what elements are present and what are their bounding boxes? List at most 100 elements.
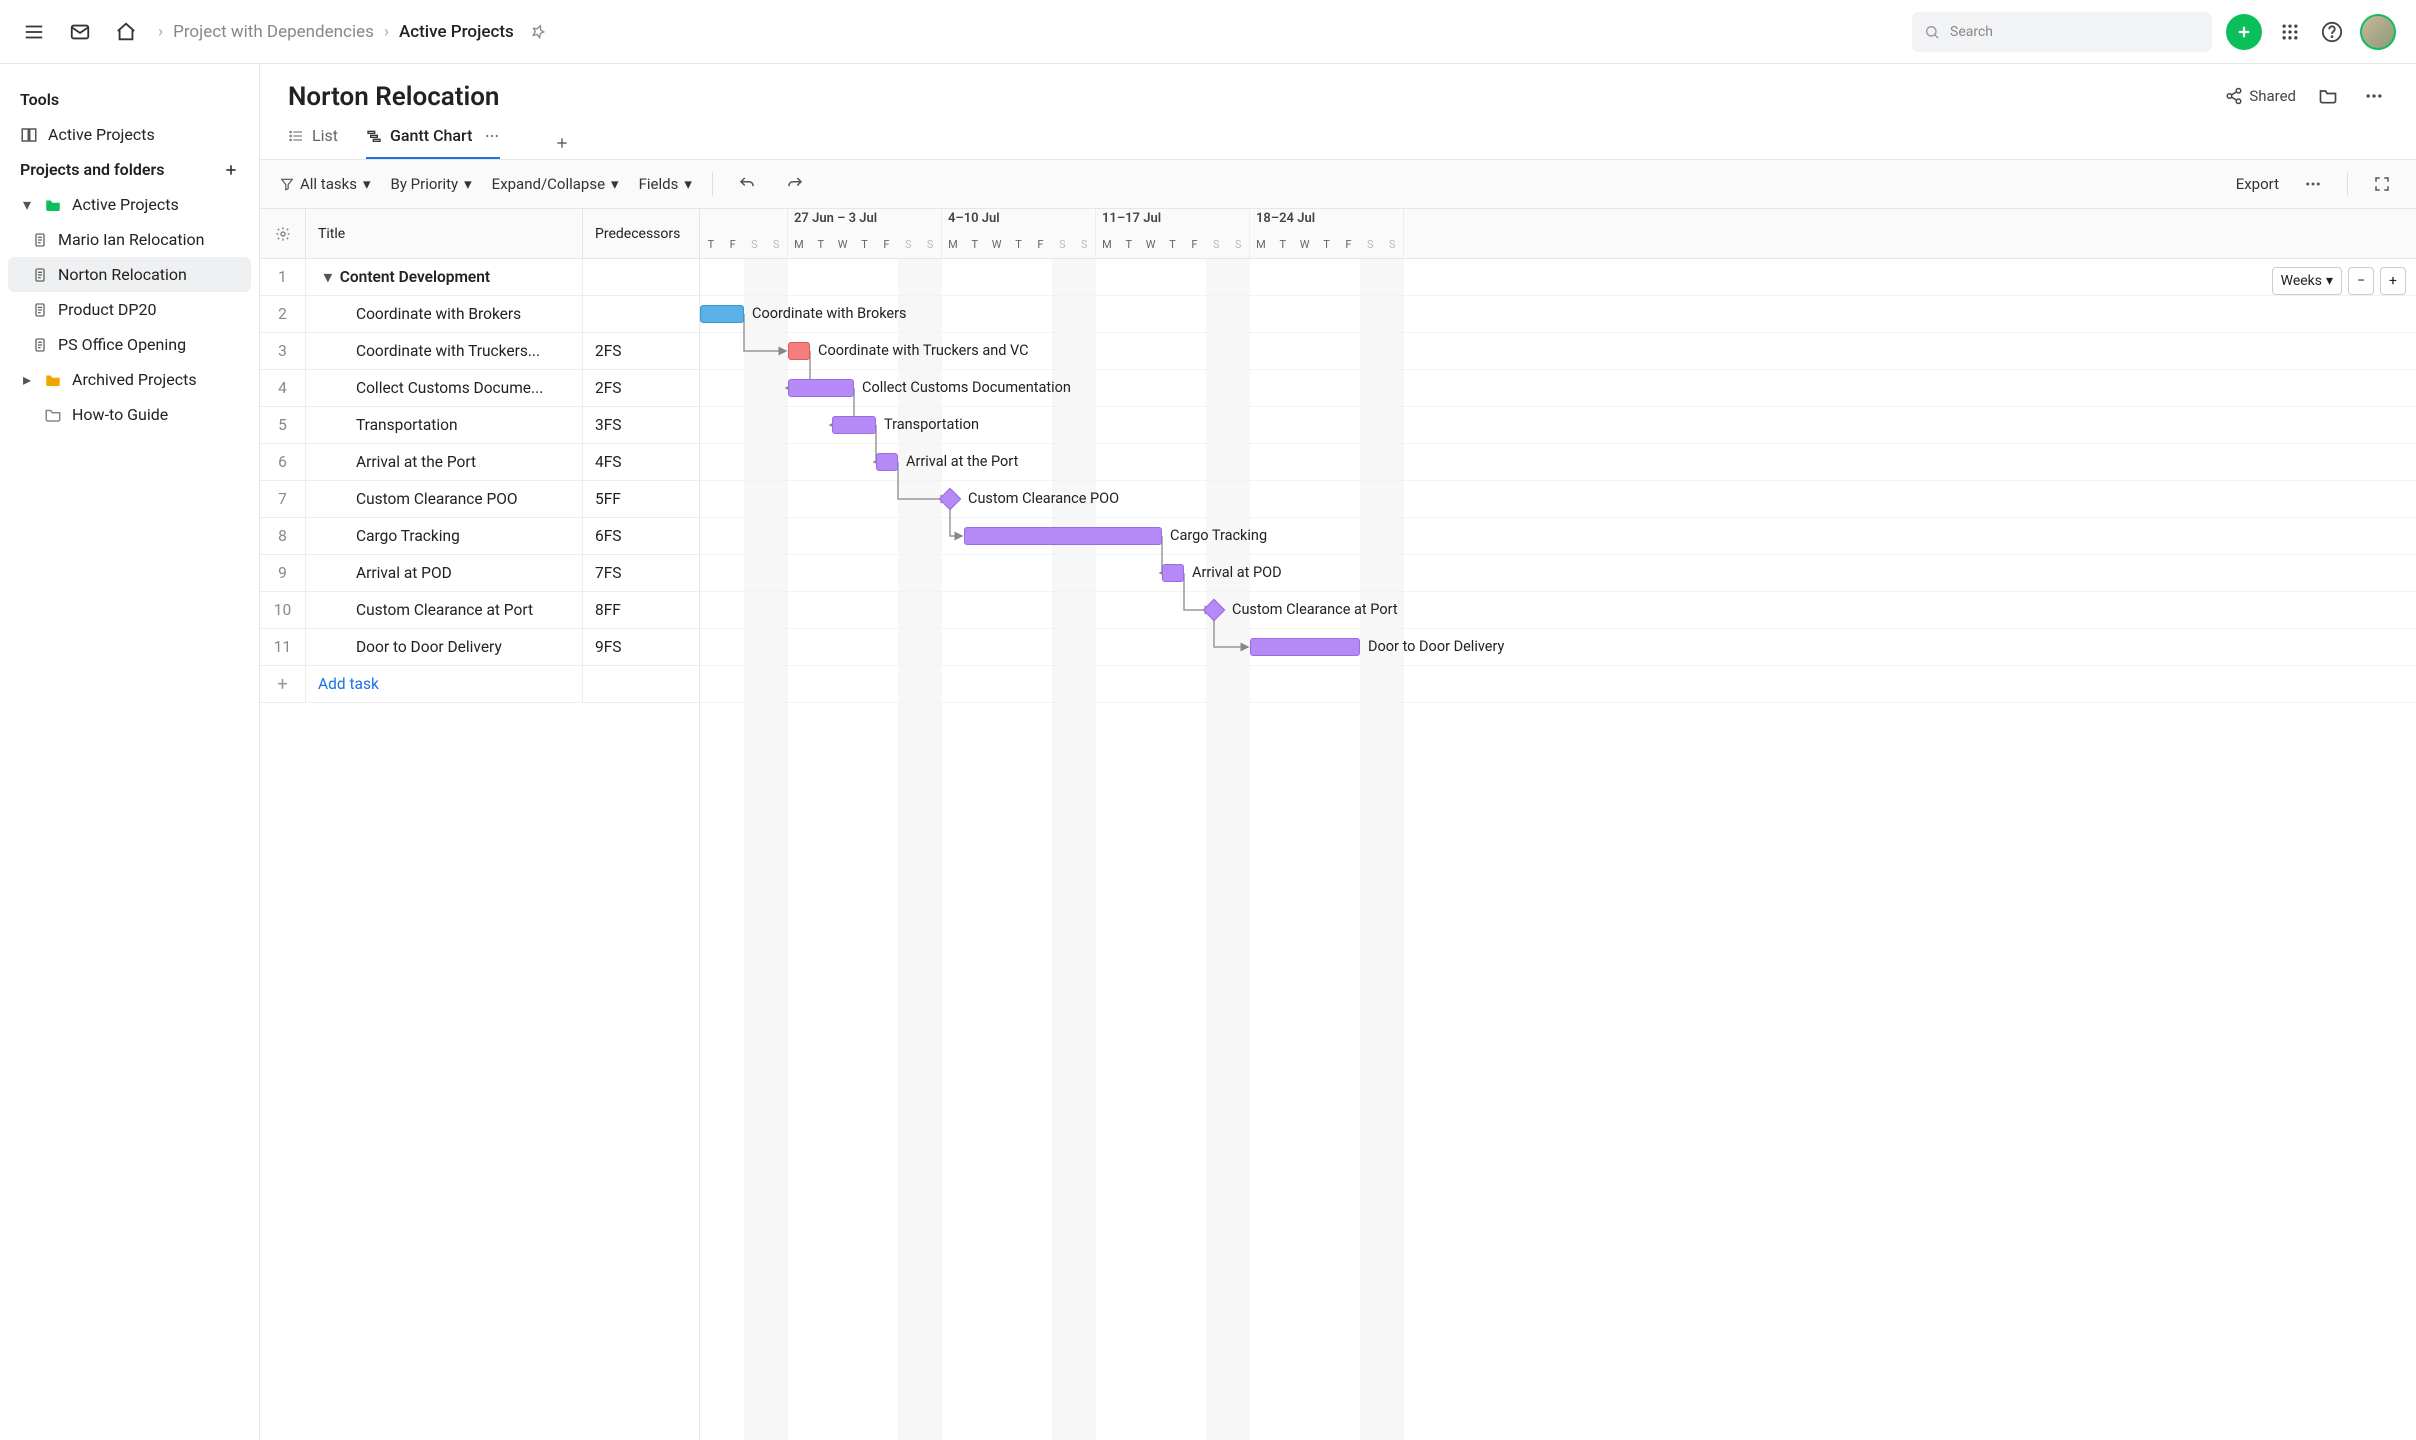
chevron-down-icon: ▾ (363, 175, 371, 193)
gantt-bar[interactable] (1250, 638, 1360, 656)
task-row[interactable]: 3Coordinate with Truckers...2FS (260, 333, 699, 370)
sidebar-project-item[interactable]: Mario Ian Relocation (8, 222, 251, 257)
gantt-bar[interactable] (964, 527, 1162, 545)
zoom-unit-dropdown[interactable]: Weeks ▾ (2272, 267, 2342, 295)
day-header: S (897, 231, 919, 258)
day-header: T (1316, 231, 1338, 258)
search-input[interactable]: Search (1912, 12, 2212, 52)
avatar[interactable] (2360, 14, 2396, 50)
task-row[interactable]: 5Transportation3FS (260, 407, 699, 444)
apps-icon[interactable] (2276, 18, 2304, 46)
inbox-icon[interactable] (66, 18, 94, 46)
sidebar-folder[interactable]: ▸Archived Projects (8, 362, 251, 397)
tab-more-icon[interactable] (484, 128, 500, 144)
timeline-row (700, 259, 2416, 296)
expand-collapse-dropdown[interactable]: Expand/Collapse▾ (492, 175, 619, 193)
task-row[interactable]: 2Coordinate with Brokers (260, 296, 699, 333)
hamburger-icon[interactable] (20, 18, 48, 46)
task-group-row[interactable]: 1▾Content Development (260, 259, 699, 296)
gantt-bar[interactable] (700, 305, 744, 323)
sidebar-folder-label: How-to Guide (72, 405, 168, 424)
gantt-bar[interactable] (1162, 564, 1184, 582)
undo-icon[interactable] (733, 170, 761, 198)
share-icon (2225, 87, 2243, 105)
gantt-bar-label: Collect Customs Documentation (862, 379, 1071, 396)
add-task-row[interactable]: +Add task (260, 666, 699, 703)
timeline-row: Door to Door Delivery (700, 629, 2416, 666)
sidebar-project-item[interactable]: PS Office Opening (8, 327, 251, 362)
task-row[interactable]: 7Custom Clearance POO5FF (260, 481, 699, 518)
task-title: Transportation (306, 407, 583, 443)
task-predecessor: 5FF (583, 481, 699, 517)
day-header: M (1250, 231, 1272, 258)
page-title: Norton Relocation (288, 82, 499, 112)
timeline-row: Cargo Tracking (700, 518, 2416, 555)
gantt-bar[interactable] (876, 453, 898, 471)
sidebar-project-item[interactable]: Norton Relocation (8, 257, 251, 292)
gantt-bar[interactable] (832, 416, 876, 434)
task-row[interactable]: 9Arrival at POD7FS (260, 555, 699, 592)
task-row[interactable]: 11Door to Door Delivery9FS (260, 629, 699, 666)
task-row[interactable]: 8Cargo Tracking6FS (260, 518, 699, 555)
task-predecessor: 6FS (583, 518, 699, 554)
clipboard-icon (32, 337, 48, 353)
search-icon (1924, 24, 1940, 40)
zoom-out-button[interactable]: − (2348, 267, 2374, 295)
help-icon[interactable] (2318, 18, 2346, 46)
sidebar-project-item[interactable]: Product DP20 (8, 292, 251, 327)
sidebar-tools-active-projects[interactable]: Active Projects (8, 117, 251, 152)
day-header: S (919, 231, 941, 258)
home-icon[interactable] (112, 18, 140, 46)
sidebar-item-label: Mario Ian Relocation (58, 230, 204, 249)
gantt-bar-label: Custom Clearance at Port (1232, 601, 1398, 618)
filter-dropdown[interactable]: All tasks ▾ (280, 175, 370, 193)
shared-button[interactable]: Shared (2225, 87, 2296, 105)
sidebar-folder[interactable]: How-to Guide (8, 397, 251, 432)
week-label: 18–24 Jul (1250, 209, 1403, 231)
add-tab-icon[interactable] (548, 129, 576, 157)
more-icon[interactable] (2360, 82, 2388, 110)
fields-dropdown[interactable]: Fields▾ (639, 175, 692, 193)
task-title: Coordinate with Brokers (306, 296, 583, 332)
gantt-milestone[interactable] (939, 488, 962, 511)
timeline-row (700, 666, 2416, 703)
gantt-bar[interactable] (788, 379, 854, 397)
day-header: T (810, 231, 832, 258)
timeline-row: Arrival at POD (700, 555, 2416, 592)
toolbar-more-icon[interactable] (2299, 170, 2327, 198)
breadcrumb-current[interactable]: Active Projects (399, 22, 514, 42)
sidebar-folder[interactable]: ▾Active Projects (8, 187, 251, 222)
create-button[interactable] (2226, 14, 2262, 50)
task-row[interactable]: 4Collect Customs Docume...2FS (260, 370, 699, 407)
pin-icon[interactable] (524, 18, 552, 46)
timeline-body[interactable]: Weeks ▾ − + Coordinate with BrokersCoord… (700, 259, 2416, 1440)
column-predecessors[interactable]: Predecessors (583, 209, 699, 258)
task-predecessor: 4FS (583, 444, 699, 480)
list-icon (288, 128, 304, 144)
chevron-down-icon: ▾ (2326, 273, 2333, 289)
fullscreen-icon[interactable] (2368, 170, 2396, 198)
sidebar-item-label: Norton Relocation (58, 265, 187, 284)
sort-dropdown[interactable]: By Priority▾ (390, 175, 471, 193)
day-header: S (1073, 231, 1095, 258)
settings-column-icon[interactable] (260, 209, 306, 258)
redo-icon[interactable] (781, 170, 809, 198)
tab-list[interactable]: List (288, 126, 338, 159)
gantt-milestone[interactable] (1203, 599, 1226, 622)
day-header: S (1359, 231, 1381, 258)
day-header: S (1381, 231, 1403, 258)
column-title[interactable]: Title (306, 209, 583, 258)
breadcrumb-parent[interactable]: Project with Dependencies (173, 22, 374, 42)
task-row[interactable]: 6Arrival at the Port4FS (260, 444, 699, 481)
folder-icon[interactable] (2314, 82, 2342, 110)
gantt-bar[interactable] (788, 342, 810, 360)
export-button[interactable]: Export (2236, 175, 2279, 193)
sidebar-item-label: PS Office Opening (58, 335, 186, 354)
tools-heading: Tools (8, 82, 251, 117)
gantt-bar-label: Custom Clearance POO (968, 490, 1119, 507)
add-folder-icon[interactable] (223, 162, 239, 178)
task-row[interactable]: 10Custom Clearance at Port8FF (260, 592, 699, 629)
folder-icon (44, 196, 62, 214)
tab-gantt[interactable]: Gantt Chart (366, 126, 500, 159)
zoom-in-button[interactable]: + (2380, 267, 2406, 295)
